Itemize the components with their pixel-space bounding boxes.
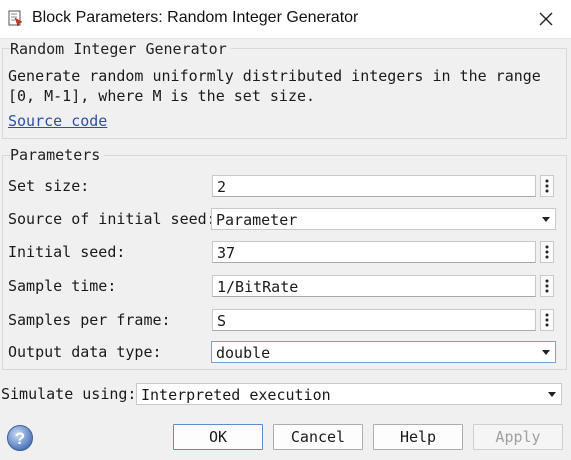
title-bar: Block Parameters: Random Integer Generat…	[0, 0, 571, 39]
set-size-field[interactable]: 2	[212, 175, 536, 197]
seed-source-value: Parameter	[216, 211, 298, 229]
vertical-ellipsis-icon	[545, 245, 549, 259]
cancel-button[interactable]: Cancel	[273, 424, 363, 450]
apply-button[interactable]: Apply	[473, 424, 563, 450]
vertical-ellipsis-icon	[545, 313, 549, 327]
chevron-down-icon	[542, 217, 550, 222]
block-parameters-icon	[8, 10, 23, 26]
samples-per-frame-field[interactable]: S	[212, 309, 536, 331]
ok-button[interactable]: OK	[173, 424, 263, 450]
simulate-using-select[interactable]: Interpreted execution	[136, 383, 562, 405]
set-size-label: Set size:	[8, 177, 90, 195]
simulate-using-value: Interpreted execution	[141, 386, 331, 404]
initial-seed-field[interactable]: 37	[212, 241, 536, 263]
help-question-icon[interactable]: ?	[6, 424, 34, 452]
svg-text:?: ?	[15, 429, 25, 448]
sample-time-menu-button[interactable]	[540, 275, 554, 297]
parameters-title: Parameters	[10, 146, 105, 164]
close-button[interactable]	[526, 0, 566, 38]
seed-source-label: Source of initial seed:	[8, 210, 216, 228]
chevron-down-icon	[548, 392, 556, 397]
vertical-ellipsis-icon	[545, 279, 549, 293]
simulate-using-label: Simulate using:	[1, 385, 137, 403]
close-icon	[539, 12, 553, 26]
seed-source-select[interactable]: Parameter	[211, 208, 556, 230]
help-button[interactable]: Help	[373, 424, 463, 450]
block-description: Generate random uniformly distributed in…	[8, 67, 541, 105]
initial-seed-label: Initial seed:	[8, 243, 126, 261]
block-group-title: Random Integer Generator	[10, 40, 231, 58]
set-size-menu-button[interactable]	[540, 175, 554, 197]
samples-per-frame-menu-button[interactable]	[540, 309, 554, 331]
initial-seed-menu-button[interactable]	[540, 241, 554, 263]
sample-time-field[interactable]: 1/BitRate	[212, 275, 536, 297]
window-title: Block Parameters: Random Integer Generat…	[32, 9, 359, 26]
output-type-select[interactable]: double	[211, 341, 556, 363]
chevron-down-icon	[542, 350, 550, 355]
output-type-value: double	[216, 344, 271, 362]
samples-per-frame-label: Samples per frame:	[8, 311, 171, 329]
source-code-link[interactable]: Source code	[8, 112, 107, 130]
vertical-ellipsis-icon	[545, 179, 549, 193]
sample-time-label: Sample time:	[8, 277, 117, 295]
output-type-label: Output data type:	[8, 343, 162, 361]
